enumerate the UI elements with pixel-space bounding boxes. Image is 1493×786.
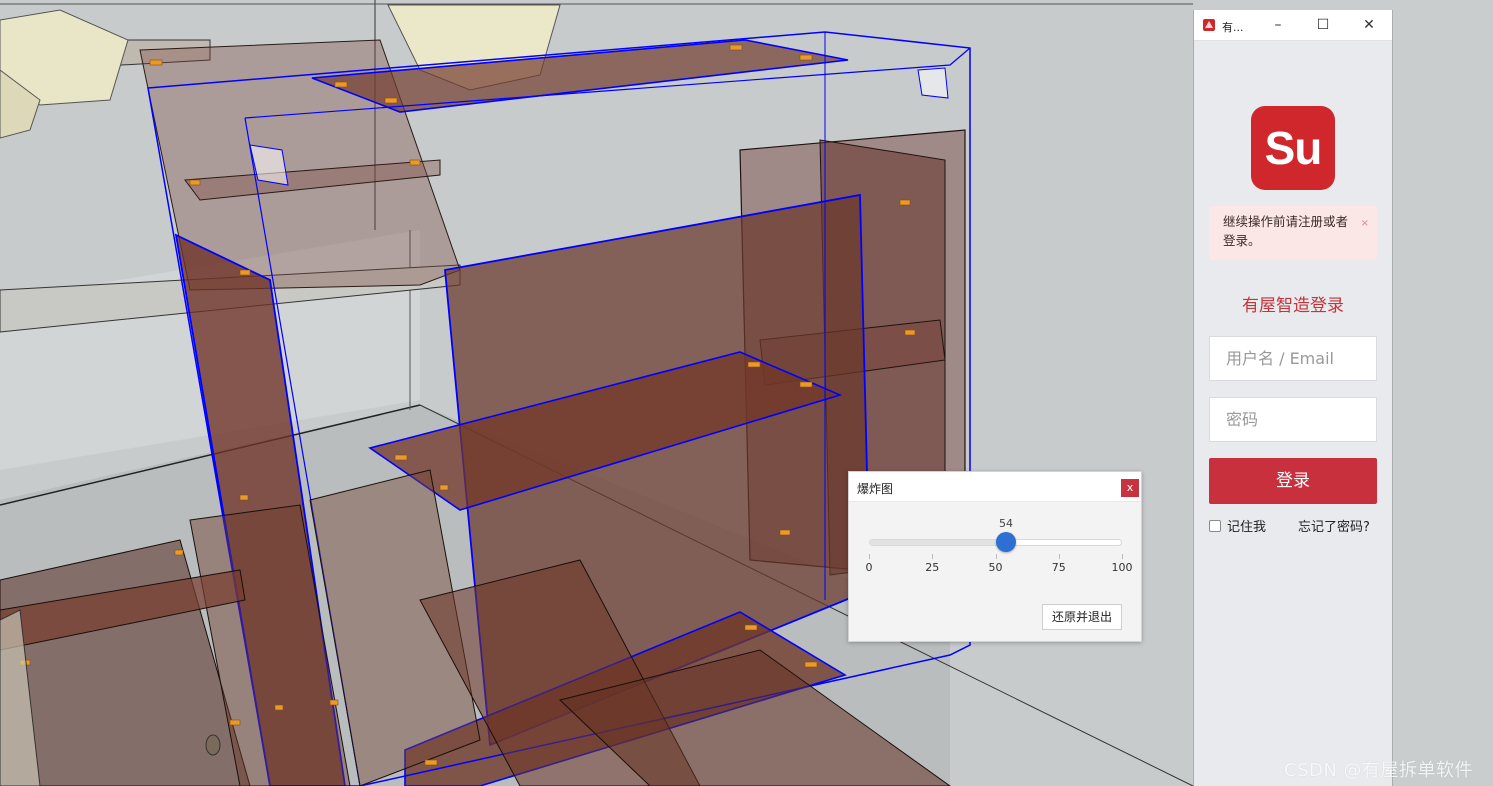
username-input[interactable]: 用户名 / Email (1209, 336, 1377, 381)
minimize-button[interactable]: – (1267, 15, 1289, 35)
explode-slider-value: 54 (999, 517, 1013, 530)
restore-and-exit-button[interactable]: 还原并退出 (1042, 604, 1122, 630)
explode-view-dialog: 爆炸图 x 54 0 25 50 75 100 还原并退出 (848, 471, 1142, 642)
slider-tick-label: 25 (925, 561, 940, 574)
slider-tick (1058, 554, 1060, 559)
login-heading: 有屋智造登录 (1242, 296, 1344, 316)
explode-slider-thumb[interactable] (995, 532, 1016, 552)
explode-slider-tick-labels: 0 25 50 75 100 (849, 561, 1143, 575)
slider-tick (995, 554, 997, 559)
remember-me-label: 记住我 (1227, 520, 1267, 535)
slider-tick (932, 554, 934, 559)
register-alert-text: 继续操作前请注册或者登录。 (1223, 214, 1349, 248)
explode-dialog-close-button[interactable]: x (1121, 479, 1139, 497)
slider-tick-label: 100 (1111, 561, 1133, 574)
sketchup-logo: Su (1251, 106, 1335, 190)
checkbox-icon[interactable] (1209, 520, 1221, 532)
sketchup-app-icon (1203, 19, 1215, 31)
forgot-password-link[interactable]: 忘记了密码? (1298, 516, 1370, 535)
slider-tick-label: 0 (865, 561, 873, 574)
register-alert: 继续操作前请注册或者登录。 × (1209, 206, 1377, 260)
alert-close-icon[interactable]: × (1361, 214, 1369, 233)
login-window: 有... – ☐ ✕ Su 继续操作前请注册或者登录。 × 有屋智造登录 用户名… (1193, 10, 1393, 786)
login-window-titlebar[interactable]: 有... – ☐ ✕ (1194, 10, 1392, 41)
explode-dialog-title: 爆炸图 (857, 482, 894, 496)
login-window-title: 有... (1222, 21, 1244, 34)
maximize-button[interactable]: ☐ (1312, 15, 1334, 35)
slider-tick (869, 554, 870, 559)
login-button[interactable]: 登录 (1209, 458, 1377, 504)
password-input[interactable]: 密码 (1209, 397, 1377, 442)
close-window-button[interactable]: ✕ (1358, 15, 1380, 35)
explode-dialog-titlebar[interactable]: 爆炸图 x (849, 472, 1141, 502)
remember-me-checkbox[interactable]: 记住我 (1209, 516, 1266, 535)
slider-tick-label: 50 (988, 561, 1003, 574)
slider-tick-label: 75 (1051, 561, 1066, 574)
slider-tick (1122, 554, 1123, 559)
csdn-watermark: CSDN @有屋拆单软件 (1284, 760, 1474, 781)
explode-slider-fill (870, 540, 1006, 545)
